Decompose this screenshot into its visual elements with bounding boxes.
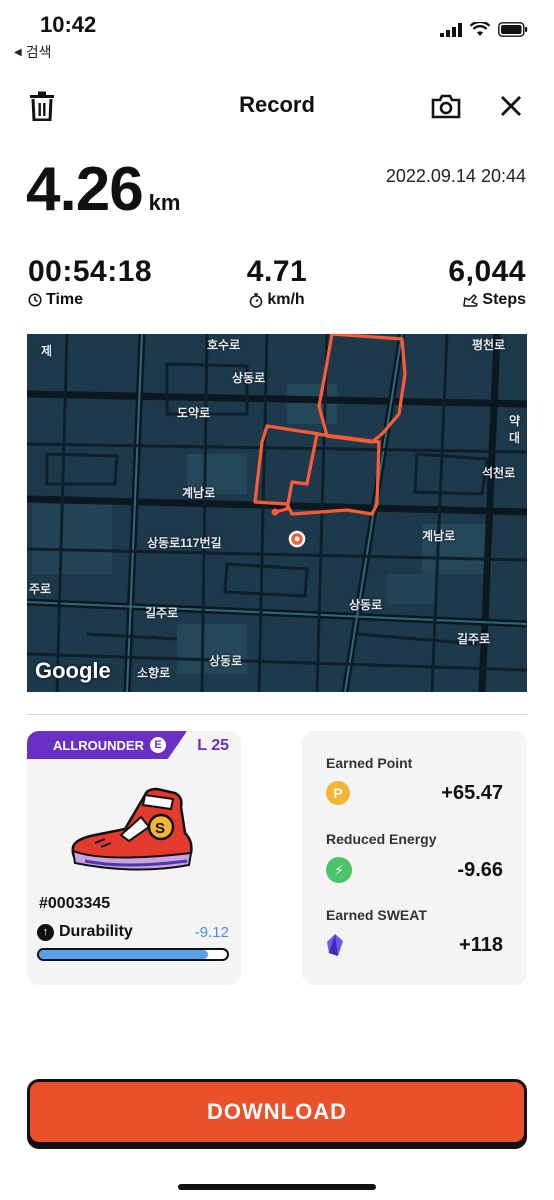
map-label: 소향로 [137,666,171,680]
google-logo: Google [35,658,111,683]
durability-fill [39,950,209,959]
close-button[interactable] [495,90,527,122]
status-time: 10:42 [40,12,97,37]
sneaker-class-badge: ALLROUNDER E [27,731,187,759]
distance-value: 4.26 [26,155,144,224]
map-label: 계남로 [182,486,216,500]
route-map[interactable]: 호수로 도약로 계남로 상동로117번길 길주로 소향로 계남로 길주로 석천로… [27,334,527,692]
energy-icon: ⚡ [326,857,352,883]
status-icons [440,22,528,37]
page-title: Record [239,92,315,117]
durability-change: -9.12 [194,923,229,941]
map-label: 길주로 [145,606,179,620]
map-label: 약대 [509,414,521,445]
wifi-icon [470,22,490,36]
status-bar: 10:42 ◀ 검색 [0,0,554,70]
camera-icon [431,94,461,119]
distance-summary: 4.26 km [26,154,180,225]
earn-label: Earned SWEAT [326,907,427,923]
sneaker-class: ALLROUNDER [53,737,144,753]
point-coin-icon: P [326,781,350,805]
map-label: 주로 [29,582,52,596]
sneaker-image: S [71,787,193,871]
map-label: 석천로 [482,466,516,480]
signal-icon [440,22,462,37]
battery-icon [498,22,528,37]
earn-value: +65.47 [441,781,503,804]
stat-label: Steps [482,291,526,308]
map-roads [27,334,527,692]
back-arrow-icon: ◀ [14,46,22,58]
map-label: 상동로 [209,654,243,668]
class-grade: E [150,737,166,753]
earnings-card: Earned Point P +65.47 Reduced Energy ⚡ -… [302,731,527,985]
earned-sweat-row: Earned SWEAT +118 [326,907,503,957]
durability-row: ↑ Durability -9.12 [37,923,229,941]
close-icon [501,96,521,116]
map-label: 계남로 [422,529,456,543]
home-indicator [178,1184,376,1190]
map-label: 상동로 [349,598,383,612]
sweat-crystal-icon [327,934,343,956]
durability-bar [37,948,229,961]
back-to-search-link[interactable]: ◀ 검색 [14,42,51,62]
earn-value: -9.66 [457,858,503,881]
divider [27,714,527,715]
camera-button[interactable] [430,90,462,122]
sneaker-id: #0003345 [39,895,111,912]
map-label: 평천로 [472,338,506,352]
stopwatch-icon [250,292,263,308]
reduced-energy-row: Reduced Energy ⚡ -9.66 [326,831,503,883]
record-datetime: 2022.09.14 20:44 [385,166,526,186]
top-bar: Record [0,80,554,132]
stat-label: km/h [267,291,305,308]
map-label: 도약로 [177,406,211,420]
shoe-icon [463,294,479,307]
back-label: 검색 [25,44,52,60]
stat-value: 6,044 [448,255,526,288]
earned-point-row: Earned Point P +65.47 [326,755,503,805]
durability-label: Durability [59,923,133,940]
stat-steps: 6,044 Steps [448,255,526,309]
earn-label: Earned Point [326,755,413,771]
sneaker-card[interactable]: ALLROUNDER E L 25 S #0003345 ↑ Durabilit… [27,731,241,985]
map-label: 제 [41,344,53,358]
map-label: 호수로 [207,338,241,352]
earn-value: +118 [459,933,503,956]
map-label: 길주로 [457,632,491,646]
map-label: 상동로117번길 [147,536,222,550]
distance-unit: km [148,190,181,215]
map-label: 상동로 [232,371,266,385]
download-button[interactable]: DOWNLOAD [27,1079,527,1145]
sneaker-level: L 25 [197,737,229,754]
earn-label: Reduced Energy [326,831,437,847]
durability-icon: ↑ [37,923,54,941]
svg-text:S: S [155,820,165,837]
